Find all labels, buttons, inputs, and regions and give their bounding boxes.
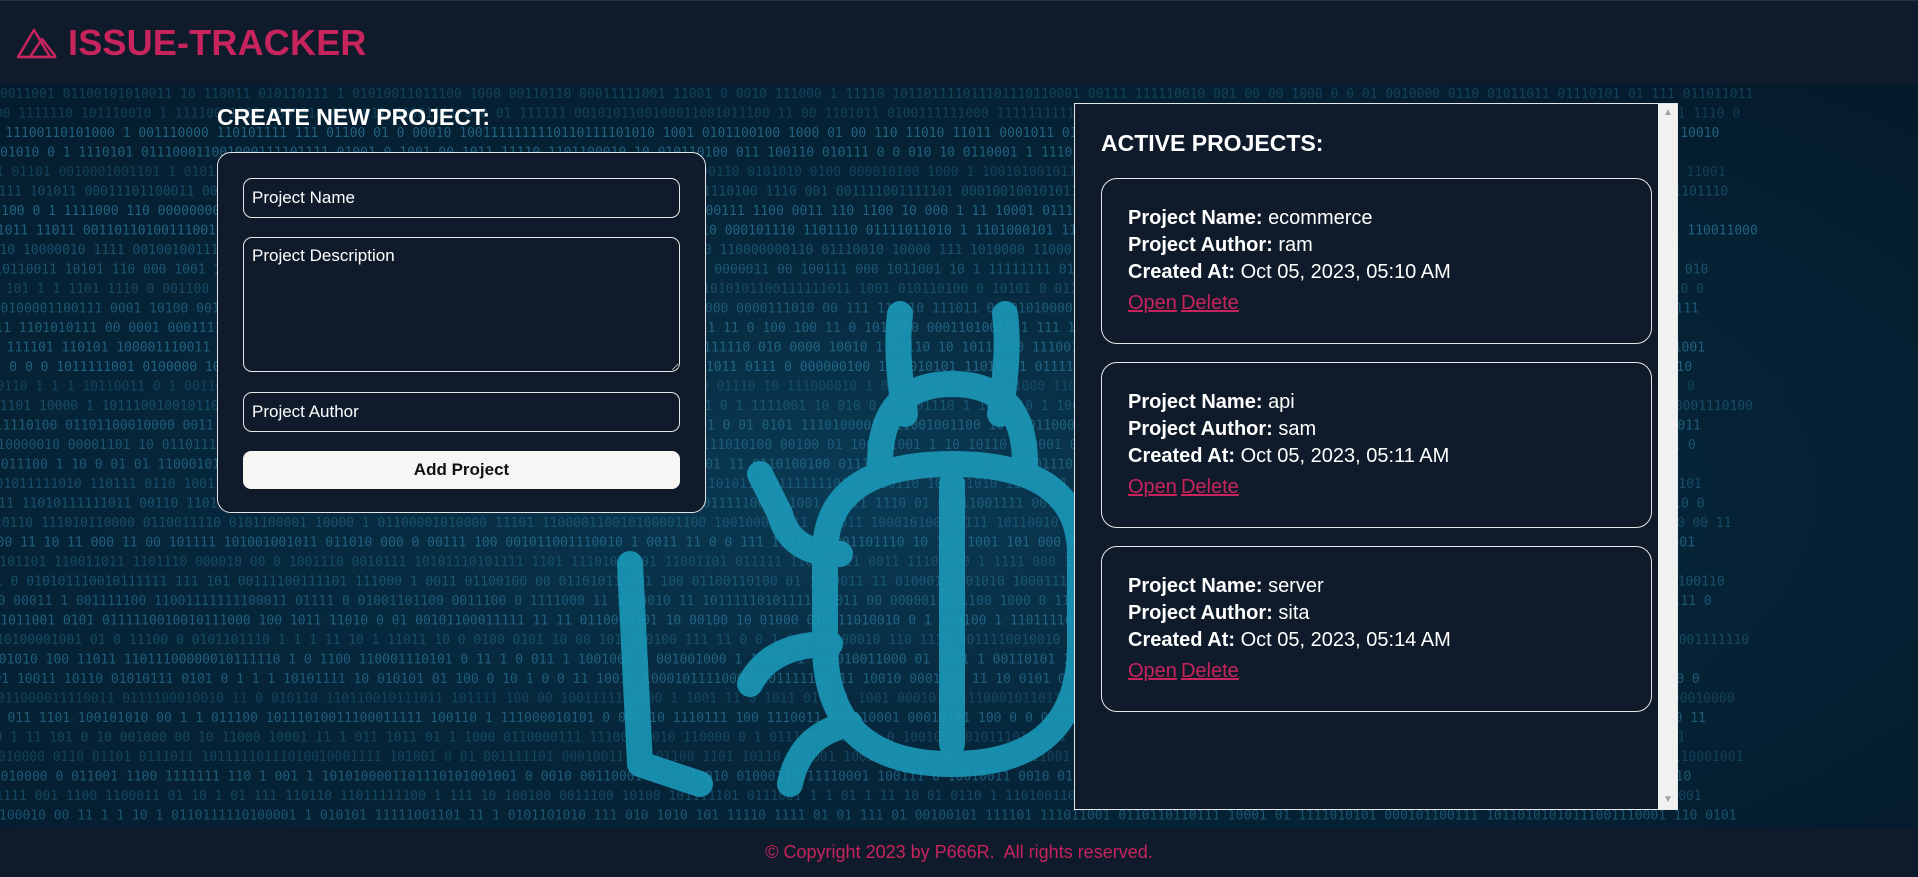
active-projects-title: ACTIVE PROJECTS: (1101, 130, 1324, 156)
brand-title: ISSUE-TRACKER (68, 21, 367, 63)
project-author-value: sam (1278, 418, 1317, 440)
project-card: Project Name: ecommerce Project Author: … (1101, 178, 1652, 344)
binary-row: 0011001 01100101010011 10 110011 0101101… (0, 87, 1753, 102)
project-author-label: Project Author: (1128, 418, 1273, 440)
open-project-link[interactable]: Open (1128, 476, 1177, 498)
project-author-label: Project Author: (1128, 234, 1273, 256)
add-project-button[interactable]: Add Project (243, 451, 680, 489)
project-author-value: sita (1278, 602, 1310, 624)
open-project-link[interactable]: Open (1128, 292, 1177, 314)
project-author-input[interactable] (243, 392, 680, 432)
mountain-triangle-icon (16, 28, 57, 58)
created-at-value: Oct 05, 2023, 05:10 AM (1240, 261, 1451, 283)
project-name-label: Project Name: (1128, 207, 1263, 229)
created-at-label: Created At: (1128, 445, 1236, 467)
brand[interactable]: ISSUE-TRACKER (16, 22, 367, 64)
project-card: Project Name: server Project Author: sit… (1101, 546, 1652, 712)
copyright-text: © Copyright 2023 by P666R. All rights re… (765, 842, 1153, 862)
project-name-input[interactable] (243, 178, 680, 218)
active-projects-panel[interactable]: ACTIVE PROJECTS: Project Name: ecommerce… (1074, 103, 1678, 810)
create-project-form: Add Project (217, 152, 706, 513)
project-name-label: Project Name: (1128, 575, 1263, 597)
created-at-label: Created At: (1128, 261, 1236, 283)
delete-project-link[interactable]: Delete (1181, 660, 1239, 682)
project-name-value: api (1268, 391, 1295, 413)
created-at-label: Created At: (1128, 629, 1236, 651)
project-card: Project Name: api Project Author: sam Cr… (1101, 362, 1652, 528)
navbar: ISSUE-TRACKER (0, 0, 1918, 84)
create-project-title: CREATE NEW PROJECT: (217, 104, 491, 130)
project-name-label: Project Name: (1128, 391, 1263, 413)
binary-row: 100010 00 11 1 1 10 1 0110111110100001 1… (0, 809, 1737, 824)
project-description-input[interactable] (243, 237, 680, 372)
project-name-value: ecommerce (1268, 207, 1373, 229)
project-author-value: ram (1278, 234, 1313, 256)
open-project-link[interactable]: Open (1128, 660, 1177, 682)
scroll-down-arrow-icon[interactable]: ▼ (1658, 791, 1677, 809)
scroll-up-arrow-icon[interactable]: ▲ (1658, 104, 1677, 122)
projects-scrollbar[interactable]: ▲ ▼ (1658, 104, 1677, 809)
active-projects-list: ACTIVE PROJECTS: Project Name: ecommerce… (1075, 104, 1677, 809)
project-name-value: server (1268, 575, 1324, 597)
project-author-label: Project Author: (1128, 602, 1273, 624)
created-at-value: Oct 05, 2023, 05:14 AM (1240, 629, 1451, 651)
delete-project-link[interactable]: Delete (1181, 476, 1239, 498)
delete-project-link[interactable]: Delete (1181, 292, 1239, 314)
footer: © Copyright 2023 by P666R. All rights re… (0, 828, 1918, 877)
created-at-value: Oct 05, 2023, 05:11 AM (1240, 445, 1450, 467)
